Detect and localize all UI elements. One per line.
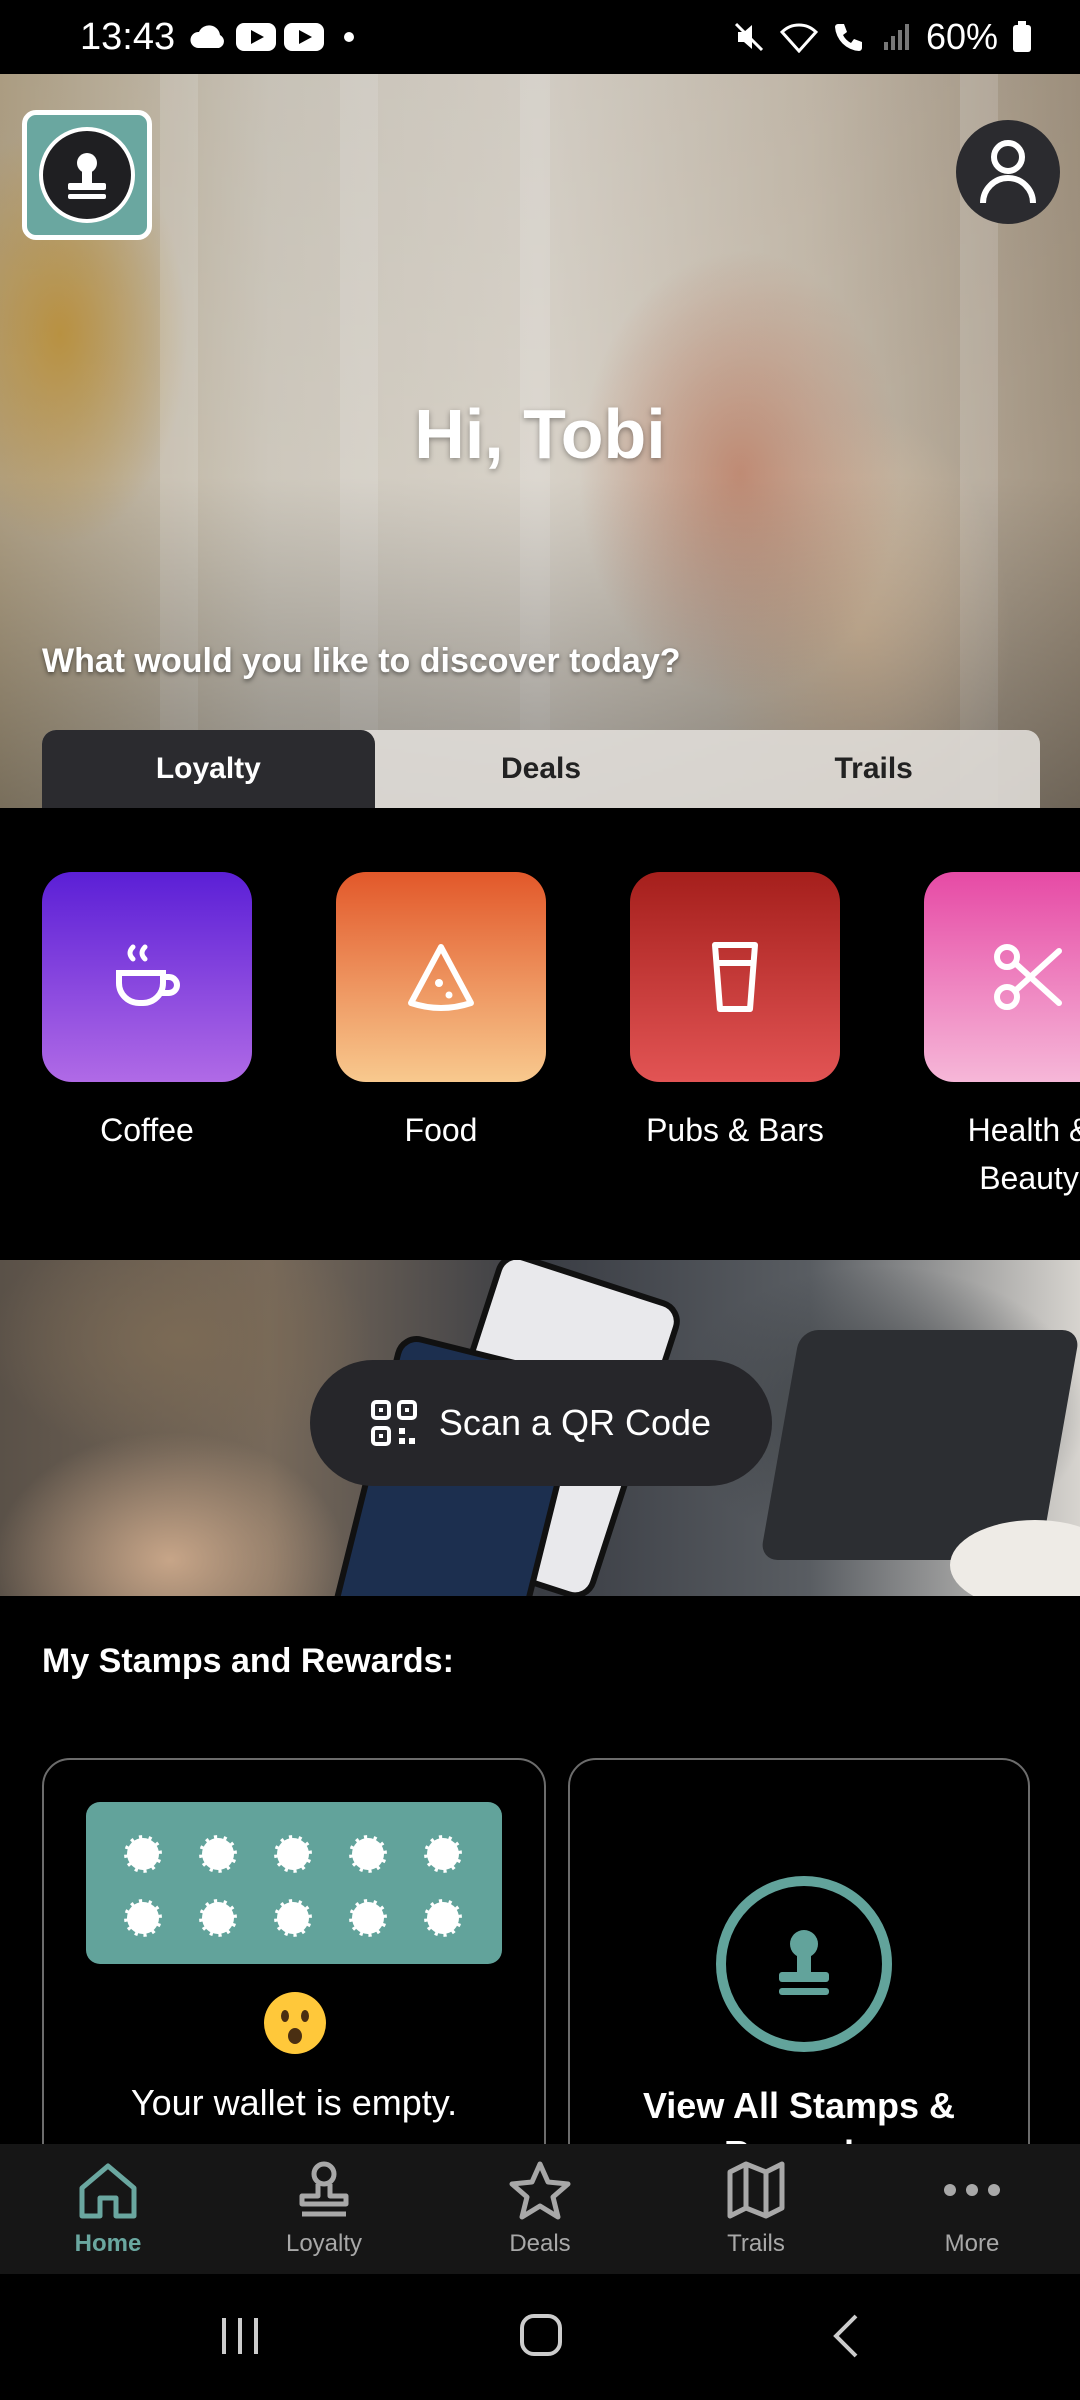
star-icon [509, 2161, 571, 2220]
status-time: 13:43 [80, 16, 176, 58]
user-icon [980, 140, 1036, 204]
discover-question: What would you like to discover today? [42, 642, 681, 680]
nav-label: Loyalty [285, 2230, 363, 2257]
pizza-slice-icon [408, 944, 474, 1011]
nav-label: More [944, 2230, 1000, 2257]
category-health-beauty[interactable]: Health & Beauty [924, 872, 1080, 1202]
system-navigation-bar [0, 2274, 1080, 2400]
bottom-navigation: Home Loyalty Deals Trails More [0, 2144, 1080, 2274]
battery-percent: 60% [925, 16, 998, 57]
nav-home[interactable]: Home [0, 2144, 216, 2274]
more-dots-icon [944, 2184, 1000, 2196]
category-label: Food [404, 1112, 478, 1148]
wallet-empty-text: Your wallet is empty. [130, 2082, 458, 2123]
recent-apps-icon[interactable] [218, 2314, 262, 2358]
stamp-icon [299, 2161, 349, 2217]
scan-qr-button[interactable]: Scan a QR Code [310, 1360, 772, 1486]
category-label: Pubs & Bars [646, 1112, 824, 1148]
back-icon[interactable] [828, 2312, 862, 2360]
greeting-title: Hi, Tobi [414, 395, 666, 473]
app-logo[interactable] [22, 110, 152, 240]
notification-dot-icon [344, 32, 354, 42]
home-button-icon[interactable] [518, 2312, 564, 2358]
youtube-icon [284, 23, 324, 51]
surprised-face-icon [264, 1992, 326, 2054]
category-food[interactable]: Food [336, 872, 546, 1154]
profile-button[interactable] [956, 120, 1060, 224]
coffee-cup-icon [116, 944, 180, 1006]
qr-code-icon [370, 1400, 417, 1446]
mute-icon [734, 22, 763, 52]
battery-icon [1013, 21, 1031, 52]
nav-label: Deals [509, 2230, 571, 2257]
scan-qr-label: Scan a QR Code [438, 1402, 712, 1443]
hero-banner: Hi, Tobi What would you like to discover… [0, 74, 1080, 808]
tab-trails[interactable]: Trails [707, 730, 1040, 808]
pint-glass-icon [712, 942, 758, 1012]
category-label: Coffee [100, 1112, 194, 1148]
tab-loyalty[interactable]: Loyalty [42, 730, 375, 808]
category-coffee[interactable]: Coffee [42, 872, 252, 1154]
stamps-section-title: My Stamps and Rewards: [42, 1642, 454, 1680]
home-icon [79, 2163, 137, 2219]
cloud-sync-icon [190, 25, 224, 48]
map-icon [727, 2161, 785, 2219]
nav-label: Trails [727, 2230, 785, 2257]
stamp-icon [716, 1876, 892, 2052]
tab-deals[interactable]: Deals [375, 730, 708, 808]
nav-deals[interactable]: Deals [432, 2144, 648, 2274]
category-carousel[interactable]: Coffee Food Pubs & Bars Health & Beauty [0, 808, 1080, 1260]
category-pubs-bars[interactable]: Pubs & Bars [630, 872, 840, 1154]
scan-qr-banner: Scan a QR Code [0, 1260, 1080, 1596]
nav-loyalty[interactable]: Loyalty [216, 2144, 432, 2274]
nav-more[interactable]: More [864, 2144, 1080, 2274]
discover-tabs: Loyalty Deals Trails [42, 730, 1040, 808]
stamp-card-preview [86, 1802, 502, 1964]
youtube-icon [236, 23, 276, 51]
signal-icon [883, 24, 909, 50]
stamp-logo-icon [68, 153, 106, 199]
status-bar: 13:43 60% [0, 0, 1080, 74]
wifi-call-icon [834, 24, 862, 51]
category-label: Health & Beauty [967, 1112, 1080, 1196]
nav-trails[interactable]: Trails [648, 2144, 864, 2274]
scissors-icon [994, 944, 1062, 1010]
nav-label: Home [74, 2230, 142, 2257]
wifi-icon [779, 23, 818, 53]
